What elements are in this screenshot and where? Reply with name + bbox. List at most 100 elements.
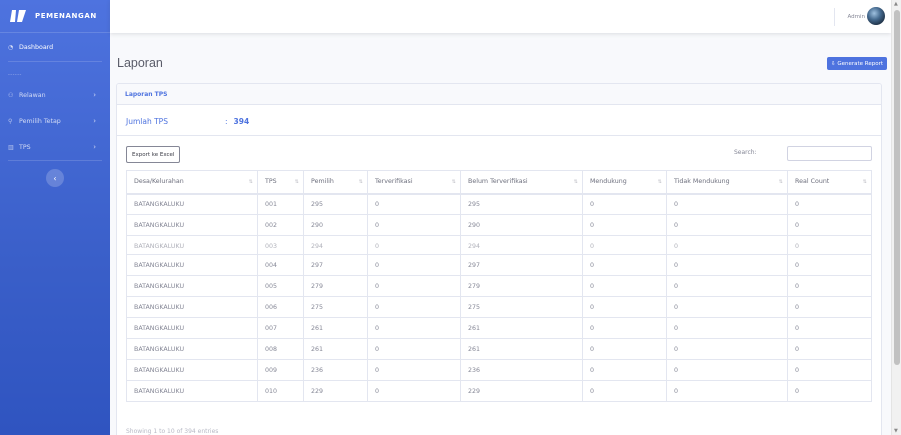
page-scrollbar[interactable]: ▲ ▼	[891, 0, 901, 435]
sidebar-heading: ------	[8, 72, 22, 78]
table-row: BATANGKALUKU 009 236 0 236 0 0 0	[126, 359, 872, 381]
sort-icon: ⇅	[294, 179, 299, 185]
column-header-label: Tidak Mendukung	[674, 178, 730, 186]
column-header-tidak-mendukung[interactable]: Tidak Mendukung ⇅	[666, 170, 788, 195]
summary-label: Jumlah TPS	[126, 117, 168, 126]
generate-report-button[interactable]: ⇩ Generate Report	[826, 57, 887, 70]
table-cell: 0	[787, 359, 872, 381]
table-cell: 229	[460, 380, 583, 402]
scrollbar-thumb[interactable]	[894, 10, 900, 365]
sidebar-item-tps[interactable]: ▥ TPS ›	[0, 134, 110, 160]
table-cell: 261	[460, 338, 583, 360]
table-cell: 297	[460, 254, 583, 276]
table-row: BATANGKALUKU 001 295 0 295 0 0 0	[126, 193, 872, 215]
table-info: Showing 1 to 10 of 394 entries	[126, 428, 219, 435]
table-cell: BATANGKALUKU	[126, 359, 258, 381]
table-cell: 003	[257, 235, 304, 255]
table-cell: BATANGKALUKU	[126, 214, 258, 236]
report-table: Desa/Kelurahan ⇅ TPS ⇅ Pemilih ⇅ Terverifik…	[126, 170, 872, 402]
table-cell: BATANGKALUKU	[126, 193, 258, 215]
table-cell: 0	[582, 296, 667, 318]
column-header-belum-terverifikasi[interactable]: Belum Terverifikasi ⇅	[460, 170, 583, 195]
cell-text: 294	[311, 242, 324, 248]
column-header-pemilih[interactable]: Pemilih ⇅	[303, 170, 368, 195]
cell-text: 0	[375, 242, 380, 248]
table-cell: 0	[367, 193, 461, 215]
sidebar-toggle-button[interactable]: ‹	[46, 169, 64, 187]
table-cell: 0	[787, 214, 872, 236]
table-row: BATANGKALUKU 003 294 0 294 0 0 0	[126, 235, 872, 255]
table-cell: 0	[367, 296, 461, 318]
avatar[interactable]	[867, 7, 885, 25]
column-header-label: Mendukung	[590, 178, 627, 186]
table-cell: 290	[303, 214, 368, 236]
column-header-label: Terverifikasi	[375, 178, 413, 186]
table-row: BATANGKALUKU 008 261 0 261 0 0 0	[126, 338, 872, 360]
table-cell: 275	[303, 296, 368, 318]
cell-text: 294	[468, 242, 481, 248]
table-cell: 0	[367, 338, 461, 360]
table-cell: 0	[787, 296, 872, 318]
summary-separator: :	[225, 117, 228, 126]
table-cell: 0	[666, 193, 788, 215]
table-cell: BATANGKALUKU	[126, 254, 258, 276]
sidebar-divider	[8, 160, 102, 161]
table-cell: 0	[787, 254, 872, 276]
cell-text: 0	[674, 242, 679, 248]
table-cell: 0	[367, 359, 461, 381]
column-header-mendukung[interactable]: Mendukung ⇅	[582, 170, 667, 195]
table-cell: 261	[303, 317, 368, 339]
table-cell: 0	[367, 214, 461, 236]
table-cell: 0	[367, 380, 461, 402]
table-cell: 275	[460, 296, 583, 318]
sidebar-item-pemilih-tetap[interactable]: ⚲ Pemilih Tetap ›	[0, 108, 110, 134]
sidebar-item-label: Dashboard	[19, 43, 54, 51]
column-header-label: Belum Terverifikasi	[468, 178, 528, 186]
table-cell: 0	[666, 380, 788, 402]
user-icon: ⚲	[8, 117, 13, 125]
export-excel-button[interactable]: Export ke Excel	[126, 146, 181, 163]
table-cell: 0	[582, 193, 667, 215]
sort-icon: ⇅	[778, 179, 783, 185]
table-cell: 0	[582, 317, 667, 339]
search-label: Search:	[734, 149, 757, 156]
column-header-label: Desa/Kelurahan	[134, 178, 184, 186]
table-cell: 0	[367, 275, 461, 297]
column-header-label: TPS	[265, 178, 277, 186]
sidebar-item-relawan[interactable]: ⚇ Relawan ›	[0, 82, 110, 108]
column-header-desa[interactable]: Desa/Kelurahan ⇅	[126, 170, 258, 195]
table-cell: 294	[303, 235, 368, 255]
table-cell: 261	[460, 317, 583, 339]
table-cell: 0	[367, 235, 461, 255]
users-icon: ⚇	[8, 91, 14, 99]
user-name[interactable]: Admin	[847, 14, 865, 20]
table-cell: 0	[666, 296, 788, 318]
search-input[interactable]	[787, 146, 872, 161]
table-cell: 0	[582, 254, 667, 276]
column-header-tps[interactable]: TPS ⇅	[257, 170, 304, 195]
column-header-real-count[interactable]: Real Count ⇅	[787, 170, 872, 195]
table-cell: 0	[787, 193, 872, 215]
table-cell: 002	[257, 214, 304, 236]
sidebar-item-dashboard[interactable]: ◔ Dashboard	[0, 33, 110, 61]
cell-text: BATANGKALUKU	[134, 242, 185, 248]
logo-icon	[10, 10, 26, 22]
chevron-right-icon: ›	[93, 117, 96, 125]
sort-icon: ⇅	[657, 179, 662, 185]
table-cell: BATANGKALUKU	[126, 235, 258, 255]
chevron-right-icon: ›	[93, 143, 96, 151]
table-row: BATANGKALUKU 002 290 0 290 0 0 0	[126, 214, 872, 236]
table-cell: 279	[460, 275, 583, 297]
building-icon: ▥	[8, 143, 14, 151]
scroll-up-icon[interactable]: ▲	[894, 1, 898, 7]
table-cell: 0	[666, 235, 788, 255]
brand[interactable]: PEMENANGAN	[0, 0, 110, 33]
table-cell: 006	[257, 296, 304, 318]
table-cell: BATANGKALUKU	[126, 275, 258, 297]
table-body: BATANGKALUKU 001 295 0 295 0 0 0 BATANGKALUKU 002…	[126, 193, 872, 402]
table-cell: 0	[582, 275, 667, 297]
scroll-down-icon[interactable]: ▼	[894, 428, 898, 434]
table-cell: 0	[582, 359, 667, 381]
table-row: BATANGKALUKU 010 229 0 229 0 0 0	[126, 380, 872, 402]
column-header-terverifikasi[interactable]: Terverifikasi ⇅	[367, 170, 461, 195]
